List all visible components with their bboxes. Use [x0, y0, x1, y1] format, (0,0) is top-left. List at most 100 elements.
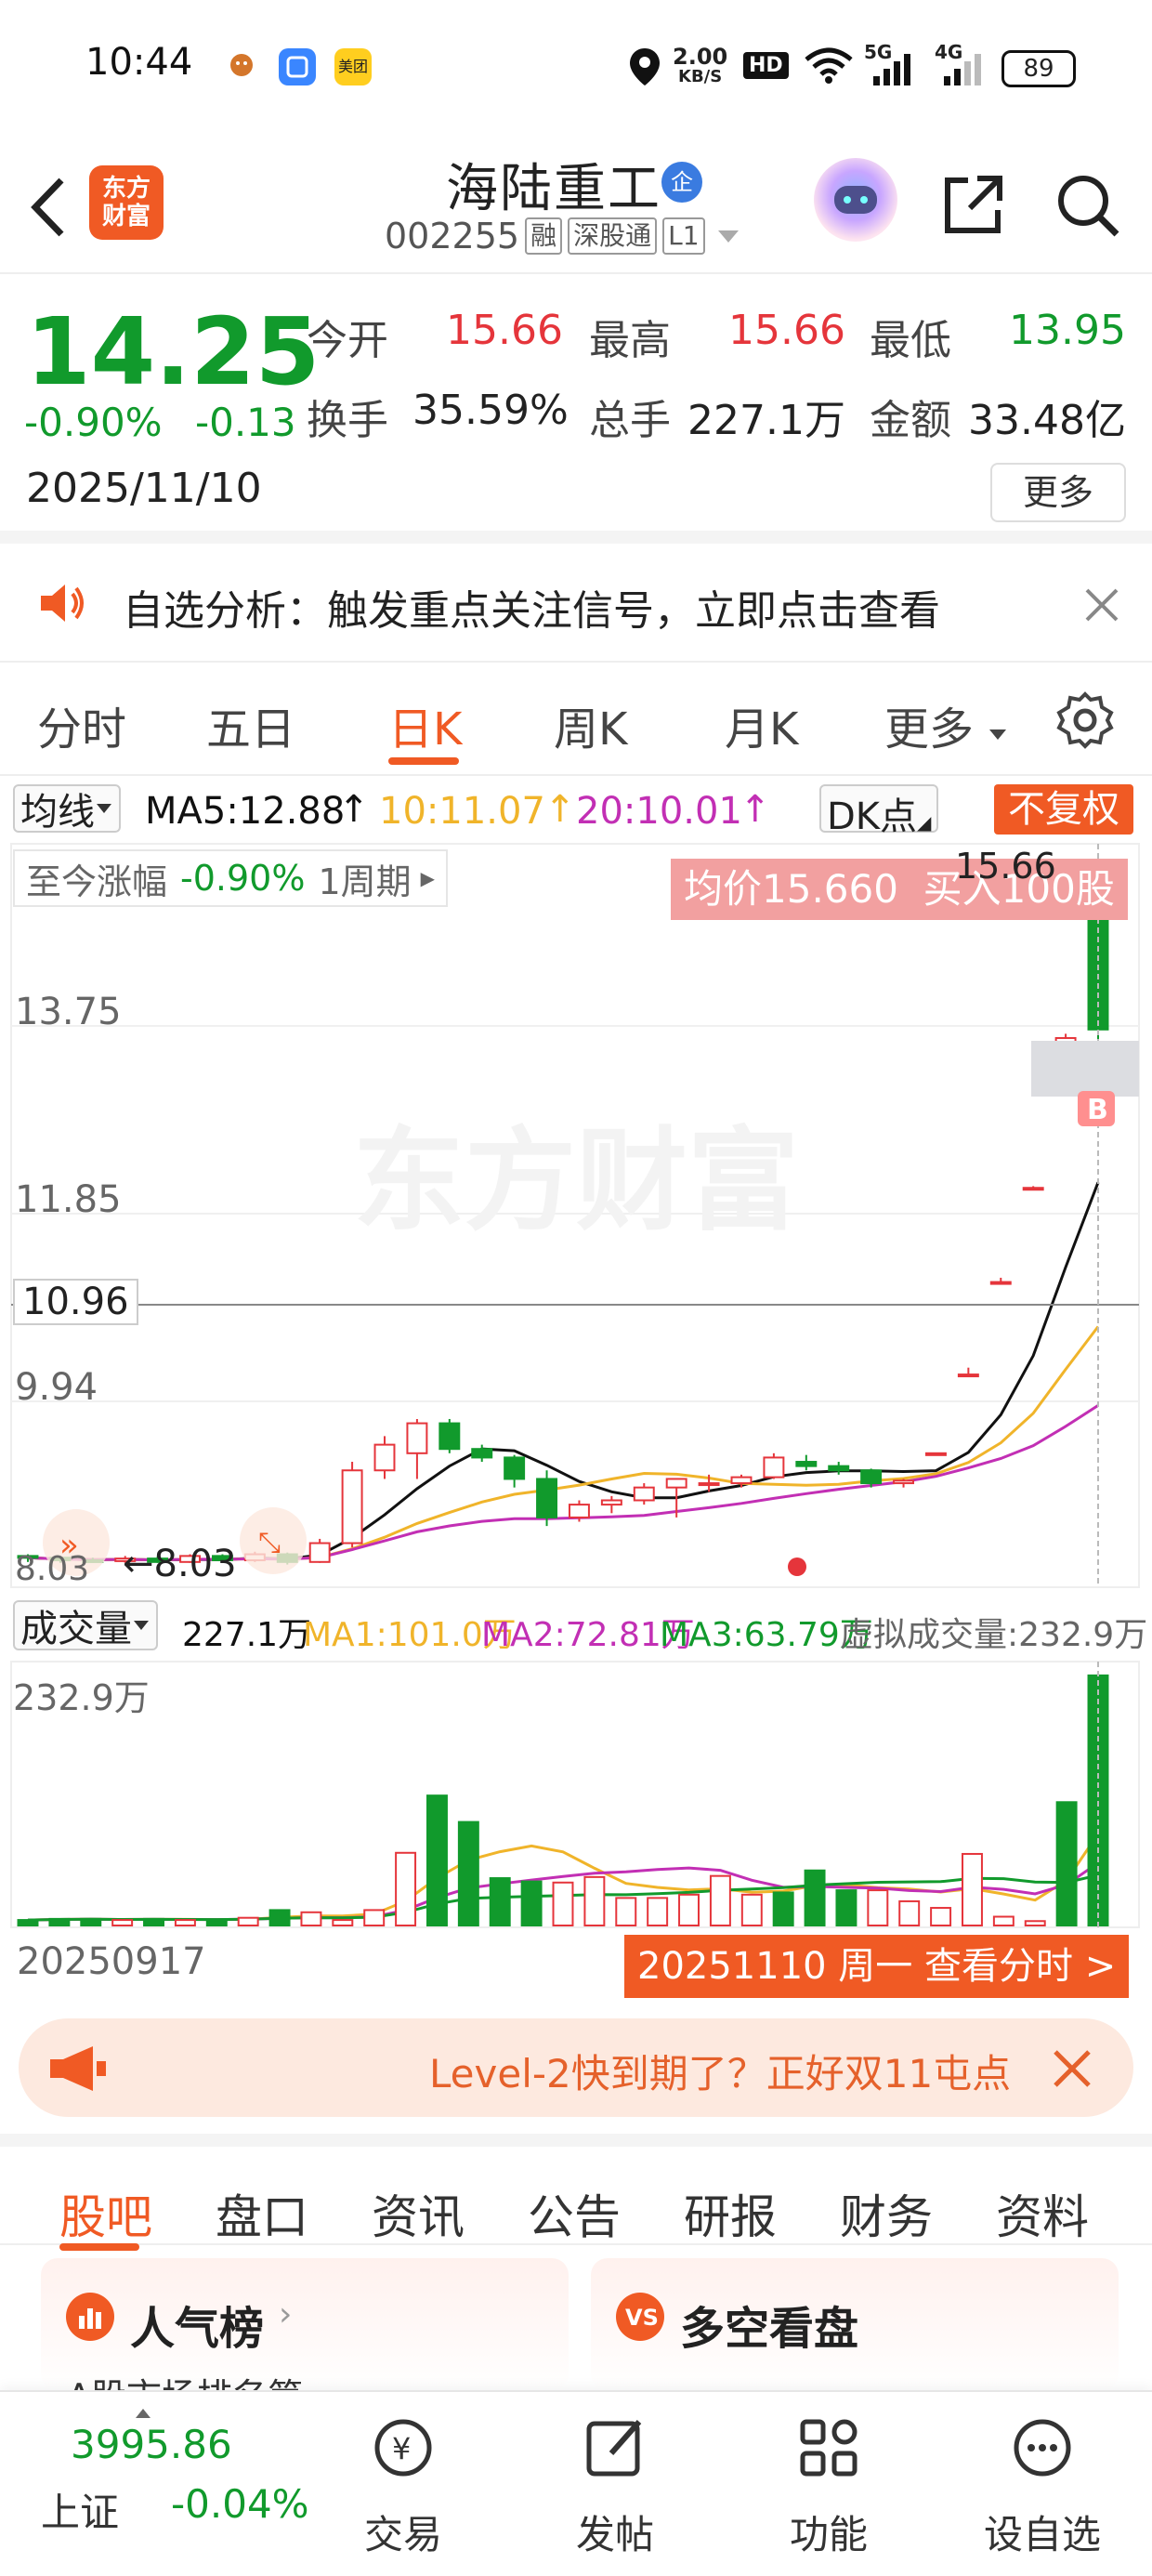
nav-trade[interactable]: ¥ 交易	[338, 2411, 468, 2560]
candle-body	[568, 1504, 590, 1518]
eastmoney-logo[interactable]: 东方 财富	[89, 165, 164, 240]
volume-chart[interactable]: 232.9万	[0, 1660, 1152, 1929]
candle-body	[439, 1422, 461, 1451]
caret-up-icon	[136, 2409, 151, 2418]
nav-add-watchlist[interactable]: 设自选	[977, 2411, 1107, 2560]
level2-promo-banner[interactable]: Level-2快到期了？正好双11屯点	[19, 2018, 1133, 2117]
tab-order-book[interactable]: 盘口	[216, 2180, 308, 2247]
net-speed: 2.00 KB/S	[673, 44, 728, 86]
app-notification-icon	[279, 48, 316, 85]
volume-bar	[678, 1893, 700, 1926]
yuan-exchange-icon: ¥	[374, 2419, 432, 2477]
volume-bar	[867, 1889, 889, 1926]
volume-bar	[1024, 1920, 1046, 1926]
nav-post[interactable]: 发帖	[550, 2411, 680, 2560]
bull-bear-card[interactable]: VS 多空看盘	[591, 2258, 1119, 2390]
grid-icon	[800, 2419, 857, 2477]
trade-banner[interactable]: 均价15.660 买入100股	[671, 859, 1128, 920]
quote-date: 2025/11/10	[26, 465, 262, 512]
volume-bar	[48, 1917, 71, 1926]
turnover-value: 35.59%	[412, 387, 569, 434]
adjust-toggle-button[interactable]: 不复权	[994, 784, 1133, 835]
candle-body	[406, 1422, 428, 1454]
volume-bar	[268, 1909, 291, 1926]
candle-body	[957, 1373, 979, 1378]
analysis-banner[interactable]: 自选分析：触发重点关注信号，立即点击查看	[0, 544, 1152, 663]
tab-daily-k[interactable]: 日K	[388, 692, 462, 757]
candlestick-chart[interactable]: 东方财富 B » ⤡ 至今涨幅 -0.90% 1周期 ▶ 均价15.660 买入…	[0, 838, 1152, 1591]
close-icon[interactable]	[1052, 2048, 1093, 2089]
level2-text: Level-2快到期了？正好双11屯点	[429, 2051, 1012, 2096]
volume-bar	[332, 1919, 354, 1926]
view-intraday-button[interactable]: 20251110 周一 查看分时 >	[624, 1935, 1130, 1998]
battery-icon: 89	[1001, 50, 1076, 87]
ai-assistant-avatar[interactable]	[814, 158, 897, 242]
candle-body	[763, 1456, 785, 1479]
popularity-card[interactable]: 人气榜 › A股市场排名第	[41, 2258, 569, 2417]
bottom-navigation: 3995.86 上证 -0.04% ¥ 交易 发帖 功能 设自选	[0, 2390, 1152, 2576]
period-change-box[interactable]: 至今涨幅 -0.90% 1周期 ▶	[13, 849, 449, 907]
max-price-label: 15.66	[955, 846, 1056, 887]
last-price: 14.25	[26, 297, 321, 406]
candle-body	[504, 1456, 526, 1480]
expand-arrows-icon: ⤡	[258, 1527, 281, 1559]
candle-body	[308, 1542, 331, 1563]
search-icon[interactable]	[1050, 167, 1124, 242]
volume-bar	[898, 1899, 921, 1926]
tab-news[interactable]: 资讯	[372, 2180, 465, 2247]
candle-body	[989, 1281, 1012, 1285]
volume-select[interactable]: 成交量	[13, 1600, 158, 1650]
ma5-value: MA5:12.88	[145, 790, 346, 833]
amount-value: 33.48亿	[968, 397, 1126, 444]
volume-bar	[835, 1889, 857, 1926]
nav-functions[interactable]: 功能	[764, 2411, 894, 2560]
tab-monthly-k[interactable]: 月K	[725, 692, 798, 757]
tab-profile[interactable]: 资料	[996, 2180, 1089, 2247]
tab-financials[interactable]: 财务	[840, 2180, 933, 2247]
svg-text:VS: VS	[625, 2305, 659, 2331]
candle-body	[860, 1469, 883, 1485]
candle-body	[341, 1469, 363, 1544]
volume-bar	[237, 1916, 259, 1926]
kline-svg: 东方财富 B » ⤡	[10, 843, 1140, 1588]
index-ticker[interactable]: 3995.86 上证 -0.04%	[37, 2407, 309, 2546]
tab-research[interactable]: 研报	[684, 2180, 777, 2247]
volume-bar	[552, 1881, 574, 1927]
volume-bar	[804, 1869, 826, 1926]
volume-bar	[740, 1893, 763, 1926]
y-tick: 13.75	[15, 991, 122, 1033]
connect-tag: 深股通	[568, 217, 658, 255]
y-tick: 11.85	[15, 1178, 122, 1221]
active-tab-indicator	[388, 757, 459, 765]
tab-intraday[interactable]: 分时	[37, 692, 126, 757]
y-tick: 8.03	[15, 1550, 90, 1588]
volume-current: 227.1万	[182, 1616, 312, 1654]
candle-body	[730, 1476, 753, 1485]
tab-guba[interactable]: 股吧	[59, 2180, 152, 2247]
active-tab-indicator	[59, 2243, 139, 2251]
share-icon[interactable]	[936, 167, 1011, 242]
more-quote-button[interactable]: 更多	[990, 463, 1126, 522]
amount-label: 金额	[870, 397, 951, 444]
volume-bar	[17, 1919, 39, 1926]
level-tag: L1	[662, 217, 705, 255]
volume-bar	[457, 1820, 479, 1926]
ma-select[interactable]: 均线	[13, 784, 121, 834]
tab-five-day[interactable]: 五日	[206, 692, 295, 757]
low-label: 最低	[870, 317, 951, 364]
tab-announcements[interactable]: 公告	[528, 2180, 621, 2247]
tab-weekly-k[interactable]: 周K	[554, 692, 627, 757]
nav-functions-label: 功能	[789, 2512, 868, 2557]
change-percent: -0.90%	[24, 400, 163, 445]
dk-point-select[interactable]: DK点◢	[819, 784, 939, 838]
edit-icon	[586, 2420, 642, 2477]
analysis-text: 自选分析：触发重点关注信号，立即点击查看	[123, 587, 940, 635]
tab-more[interactable]: 更多	[884, 692, 1008, 757]
back-arrow-icon[interactable]	[26, 175, 72, 240]
dropdown-triangle-icon	[134, 1621, 149, 1630]
stock-name[interactable]: 海陆重工	[446, 147, 661, 222]
popularity-title: 人气榜	[130, 2303, 265, 2355]
stock-code-line[interactable]: 002255 融 深股通 L1	[385, 216, 742, 256]
settings-gear-icon[interactable]	[1055, 690, 1115, 750]
close-icon[interactable]	[1083, 586, 1120, 624]
